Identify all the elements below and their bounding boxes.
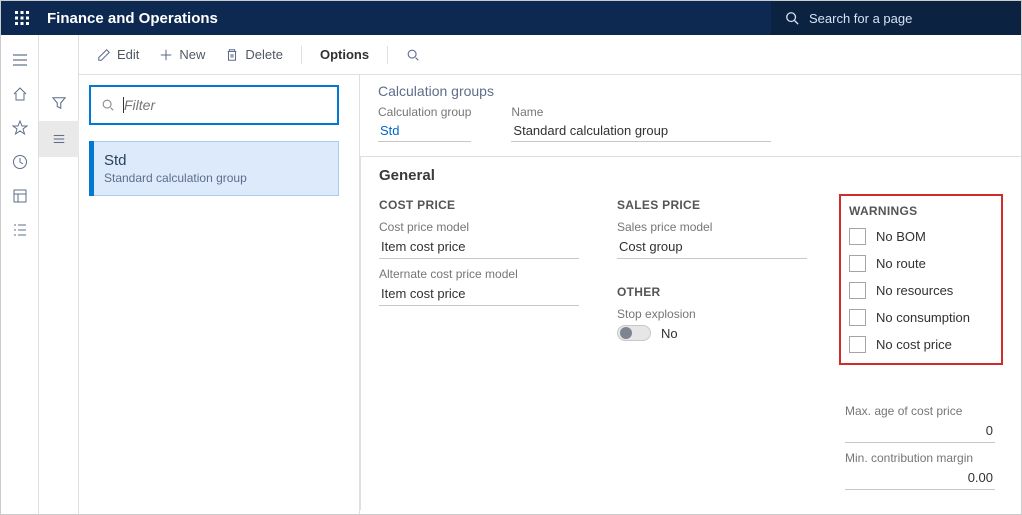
- no-resources-checkbox[interactable]: [849, 282, 866, 299]
- max-age-label: Max. age of cost price: [845, 404, 995, 418]
- recent-icon[interactable]: [3, 145, 37, 179]
- workspace-icon[interactable]: [3, 179, 37, 213]
- calc-group-value[interactable]: Std: [378, 121, 471, 142]
- other-section: OTHER: [617, 285, 807, 299]
- topbar: Finance and Operations Search for a page: [1, 1, 1021, 35]
- cost-price-model-value[interactable]: Item cost price: [379, 237, 579, 259]
- no-bom-label: No BOM: [876, 229, 926, 244]
- stop-explosion-toggle[interactable]: [617, 325, 651, 341]
- stop-explosion-value: No: [661, 326, 678, 341]
- filter-input[interactable]: [89, 85, 339, 125]
- calc-group-label: Calculation group: [378, 105, 471, 119]
- general-header[interactable]: General: [361, 157, 1021, 194]
- min-margin-value[interactable]: 0.00: [845, 468, 995, 490]
- cost-price-model-label: Cost price model: [379, 220, 579, 234]
- stop-explosion-label: Stop explosion: [617, 307, 807, 321]
- list-panel: Std Standard calculation group: [79, 75, 359, 514]
- list-item-title: Std: [104, 152, 324, 169]
- warnings-highlight: WARNINGS No BOM No route No resources No…: [839, 194, 1003, 365]
- find-button[interactable]: [398, 44, 428, 66]
- max-age-value[interactable]: 0: [845, 421, 995, 443]
- home-icon[interactable]: [3, 77, 37, 111]
- cost-price-section: COST PRICE: [379, 198, 579, 212]
- name-label: Name: [511, 105, 771, 119]
- no-consumption-label: No consumption: [876, 310, 970, 325]
- no-bom-checkbox[interactable]: [849, 228, 866, 245]
- alt-cost-model-label: Alternate cost price model: [379, 267, 579, 281]
- list-item[interactable]: Std Standard calculation group: [89, 141, 339, 196]
- new-button[interactable]: New: [151, 43, 213, 66]
- min-margin-label: Min. contribution margin: [845, 451, 995, 465]
- star-icon[interactable]: [3, 111, 37, 145]
- no-cost-price-label: No cost price: [876, 337, 952, 352]
- modules-icon[interactable]: [3, 213, 37, 247]
- global-search[interactable]: Search for a page: [771, 1, 1021, 35]
- sales-price-section: SALES PRICE: [617, 198, 807, 212]
- app-launcher-icon[interactable]: [1, 1, 43, 35]
- no-route-label: No route: [876, 256, 926, 271]
- no-route-checkbox[interactable]: [849, 255, 866, 272]
- list-toolbar: [39, 35, 79, 514]
- general-fasttab: General COST PRICE Cost price model Item…: [360, 156, 1021, 510]
- name-value[interactable]: Standard calculation group: [511, 121, 771, 142]
- app-title: Finance and Operations: [43, 10, 218, 27]
- delete-button[interactable]: Delete: [217, 43, 291, 66]
- alt-cost-model-value[interactable]: Item cost price: [379, 284, 579, 306]
- options-button[interactable]: Options: [312, 43, 377, 66]
- filter-field[interactable]: [124, 97, 327, 113]
- sales-price-model-label: Sales price model: [617, 220, 807, 234]
- nav-rail: [1, 35, 39, 514]
- no-consumption-checkbox[interactable]: [849, 309, 866, 326]
- hamburger-icon[interactable]: [3, 43, 37, 77]
- detail-panel: Calculation groups Calculation group Std…: [359, 75, 1021, 514]
- search-placeholder: Search for a page: [809, 11, 912, 26]
- list-item-subtitle: Standard calculation group: [104, 171, 324, 185]
- filter-icon[interactable]: [39, 85, 79, 121]
- edit-button[interactable]: Edit: [89, 43, 147, 66]
- no-cost-price-checkbox[interactable]: [849, 336, 866, 353]
- no-resources-label: No resources: [876, 283, 953, 298]
- command-bar: Edit New Delete Options: [79, 35, 1021, 75]
- sales-price-model-value[interactable]: Cost group: [617, 237, 807, 259]
- warnings-section: WARNINGS: [849, 204, 989, 218]
- page-title: Calculation groups: [378, 83, 1021, 99]
- list-icon[interactable]: [39, 121, 79, 157]
